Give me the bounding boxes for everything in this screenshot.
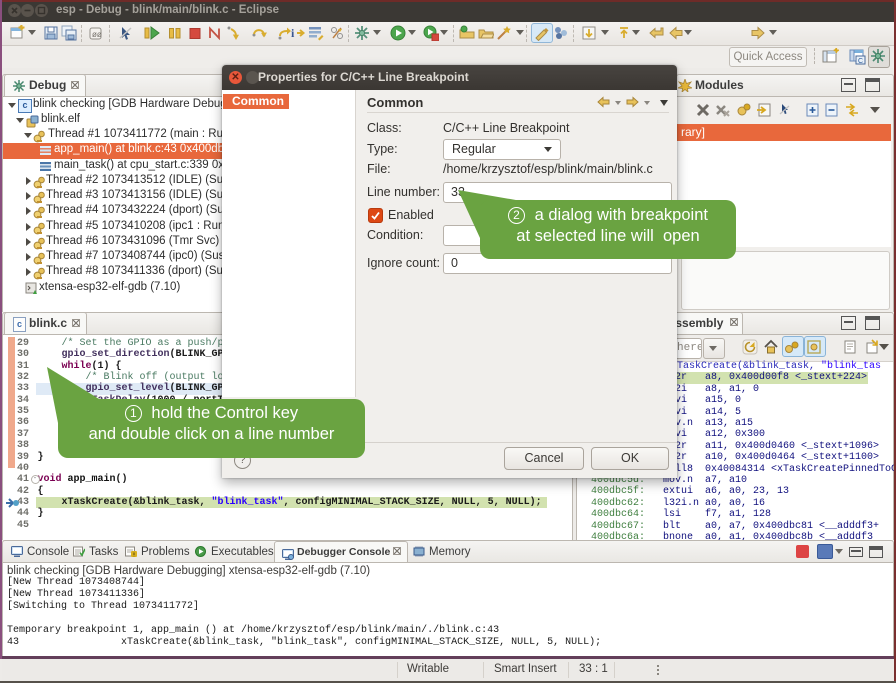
svg-text:øø: øø (92, 30, 102, 39)
svg-text:i: i (291, 26, 295, 40)
svg-text:C: C (858, 58, 863, 65)
